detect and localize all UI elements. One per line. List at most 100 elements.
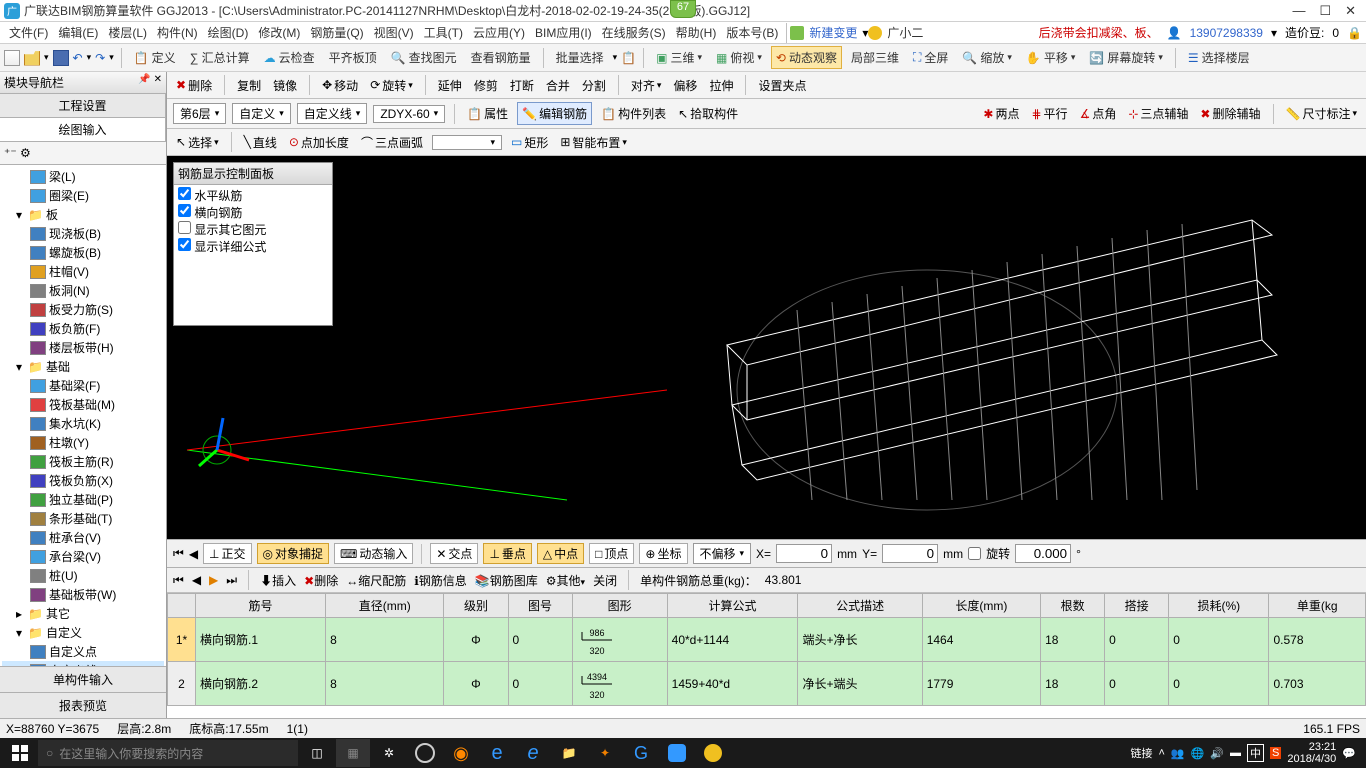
pin-icon[interactable]: 📌 ✕: [138, 74, 162, 91]
tree-item[interactable]: 板受力筋(S): [2, 300, 164, 319]
table-header[interactable]: 根数: [1041, 594, 1105, 618]
taskbar-edge[interactable]: e: [480, 739, 514, 767]
cell-formula[interactable]: 40*d+1144: [667, 618, 798, 662]
props-button[interactable]: 📋属性: [464, 104, 511, 123]
point-length-button[interactable]: ⊙点加长度: [286, 133, 352, 152]
table-header[interactable]: 图形: [572, 594, 667, 618]
tree-item[interactable]: 筏板负筋(X): [2, 471, 164, 490]
tray-up-icon[interactable]: ˄: [1158, 747, 1164, 759]
tree-item[interactable]: 基础板带(W): [2, 585, 164, 604]
tree-item[interactable]: 承台梁(V): [2, 547, 164, 566]
taskbar-app-8[interactable]: ✦: [588, 739, 622, 767]
taskbar-app-2[interactable]: ✲: [372, 739, 406, 767]
table-header[interactable]: 筋号: [196, 594, 326, 618]
del-axis-button[interactable]: ✖删除辅轴: [1197, 104, 1263, 123]
cell-loss[interactable]: 0: [1169, 618, 1269, 662]
pan-button[interactable]: ✋平移▾: [1021, 46, 1081, 69]
menu-version[interactable]: 版本号(B): [721, 22, 783, 43]
scale-rebar-button[interactable]: ↔缩尺配筋: [346, 572, 406, 589]
tree-item[interactable]: 基础梁(F): [2, 376, 164, 395]
cross-toggle[interactable]: ✕交点: [430, 543, 478, 564]
display-checkbox[interactable]: [178, 221, 191, 234]
dropdown-icon[interactable]: ▾: [44, 52, 49, 63]
menu-help[interactable]: 帮助(H): [671, 22, 722, 43]
mid-toggle[interactable]: △中点: [537, 543, 584, 564]
stretch-button[interactable]: 拉伸: [706, 76, 736, 95]
tab-project-settings[interactable]: 工程设置: [0, 94, 166, 117]
component-list-button[interactable]: 📋构件列表: [598, 104, 669, 123]
ortho-toggle[interactable]: ⊥正交: [203, 543, 251, 564]
open-icon[interactable]: [24, 50, 40, 66]
menu-view[interactable]: 视图(V): [369, 22, 419, 43]
display-option[interactable]: 显示其它图元: [178, 221, 328, 238]
tray-battery-icon[interactable]: ▬: [1230, 747, 1241, 759]
parallel-button[interactable]: ⋕平行: [1028, 104, 1070, 123]
table-header[interactable]: 单重(kg: [1269, 594, 1366, 618]
taskbar-app-9[interactable]: G: [624, 739, 658, 767]
table-header[interactable]: 损耗(%): [1169, 594, 1269, 618]
table-header[interactable]: 计算公式: [667, 594, 798, 618]
trim-button[interactable]: 修剪: [471, 76, 501, 95]
rebar-lib-button[interactable]: 📚钢筋图库: [475, 572, 538, 589]
y-input[interactable]: [882, 544, 938, 563]
three-arc-button[interactable]: ⌒三点画弧: [358, 133, 426, 152]
cell-lap[interactable]: 0: [1105, 662, 1169, 706]
table-header[interactable]: 公式描述: [798, 594, 922, 618]
menu-file[interactable]: 文件(F): [4, 22, 53, 43]
tree-item[interactable]: 桩承台(V): [2, 528, 164, 547]
tray-ime-icon[interactable]: S: [1270, 747, 1281, 759]
cell-dia[interactable]: 8: [326, 618, 444, 662]
cell-loss[interactable]: 0: [1169, 662, 1269, 706]
floor-combo[interactable]: 第6层▾: [173, 103, 226, 124]
edit-rebar-button[interactable]: ✏️编辑钢筋: [517, 102, 592, 125]
task-view-icon[interactable]: ◫: [300, 739, 334, 767]
tree-filter-icon[interactable]: ⚙: [20, 146, 31, 160]
cell-desc[interactable]: 净长+端头: [798, 662, 922, 706]
cell-name[interactable]: 横向钢筋.1: [196, 618, 326, 662]
copy-button[interactable]: 复制: [234, 76, 264, 95]
select-floor-button[interactable]: ☰选择楼层: [1183, 46, 1255, 69]
rotate-input[interactable]: [1015, 544, 1071, 563]
insert-row-button[interactable]: ⬇插入: [260, 572, 296, 589]
cell-desc[interactable]: 端头+净长: [798, 618, 922, 662]
type-combo[interactable]: 自定义线▾: [297, 103, 368, 124]
tab-single-input[interactable]: 单构件输入: [0, 666, 166, 692]
smart-layout-button[interactable]: ⊞智能布置▾: [557, 133, 630, 152]
perp-toggle[interactable]: ⊥垂点: [483, 543, 531, 564]
menu-component[interactable]: 构件(N): [152, 22, 203, 43]
taskbar-app-3[interactable]: [408, 739, 442, 767]
3d-button[interactable]: ▣三维▾: [651, 46, 707, 69]
nav-prev-icon[interactable]: ◀: [192, 573, 201, 587]
start-button[interactable]: [4, 740, 36, 766]
set-clamp-button[interactable]: 设置夹点: [755, 76, 809, 95]
batch-select-button[interactable]: 批量选择: [551, 46, 609, 69]
menu-bim[interactable]: BIM应用(I): [530, 22, 597, 43]
cell-lap[interactable]: 0: [1105, 618, 1169, 662]
menu-rebar[interactable]: 钢筋量(Q): [305, 22, 368, 43]
cell-figno[interactable]: 0: [508, 662, 572, 706]
rebar-table[interactable]: 筋号直径(mm)级别图号图形计算公式公式描述长度(mm)根数搭接损耗(%)单重(…: [167, 593, 1366, 718]
x-input[interactable]: [776, 544, 832, 563]
view2-icon[interactable]: 📋: [621, 51, 636, 65]
tray-volume-icon[interactable]: 🔊: [1210, 747, 1224, 760]
taskbar-app-11[interactable]: [696, 739, 730, 767]
cell-figure[interactable]: 986320: [572, 618, 667, 662]
nav-prev-icon[interactable]: ◀: [189, 547, 198, 561]
tree-item[interactable]: 楼层板带(H): [2, 338, 164, 357]
maximize-button[interactable]: ☐: [1319, 3, 1331, 19]
rotate-button[interactable]: ⟳旋转▾: [367, 76, 416, 95]
vertex-toggle[interactable]: □顶点: [589, 543, 634, 564]
offset-button[interactable]: 偏移: [670, 76, 700, 95]
taskbar-explorer[interactable]: 📁: [552, 739, 586, 767]
taskbar-search[interactable]: ○在这里输入你要搜索的内容: [38, 740, 298, 766]
tray-network-icon[interactable]: 🌐: [1191, 747, 1205, 760]
save-icon[interactable]: [53, 50, 69, 66]
table-header[interactable]: 直径(mm): [326, 594, 444, 618]
rect-button[interactable]: ▭矩形: [508, 133, 551, 152]
mirror-button[interactable]: 镜像: [270, 76, 300, 95]
close-table-button[interactable]: 关闭: [593, 572, 617, 589]
local-3d-button[interactable]: 局部三维: [846, 46, 904, 69]
other-button[interactable]: ⚙其他▾: [546, 572, 585, 589]
cloud-check-button[interactable]: ☁云检查: [259, 46, 320, 69]
three-point-axis-button[interactable]: ⊹三点辅轴: [1125, 104, 1191, 123]
